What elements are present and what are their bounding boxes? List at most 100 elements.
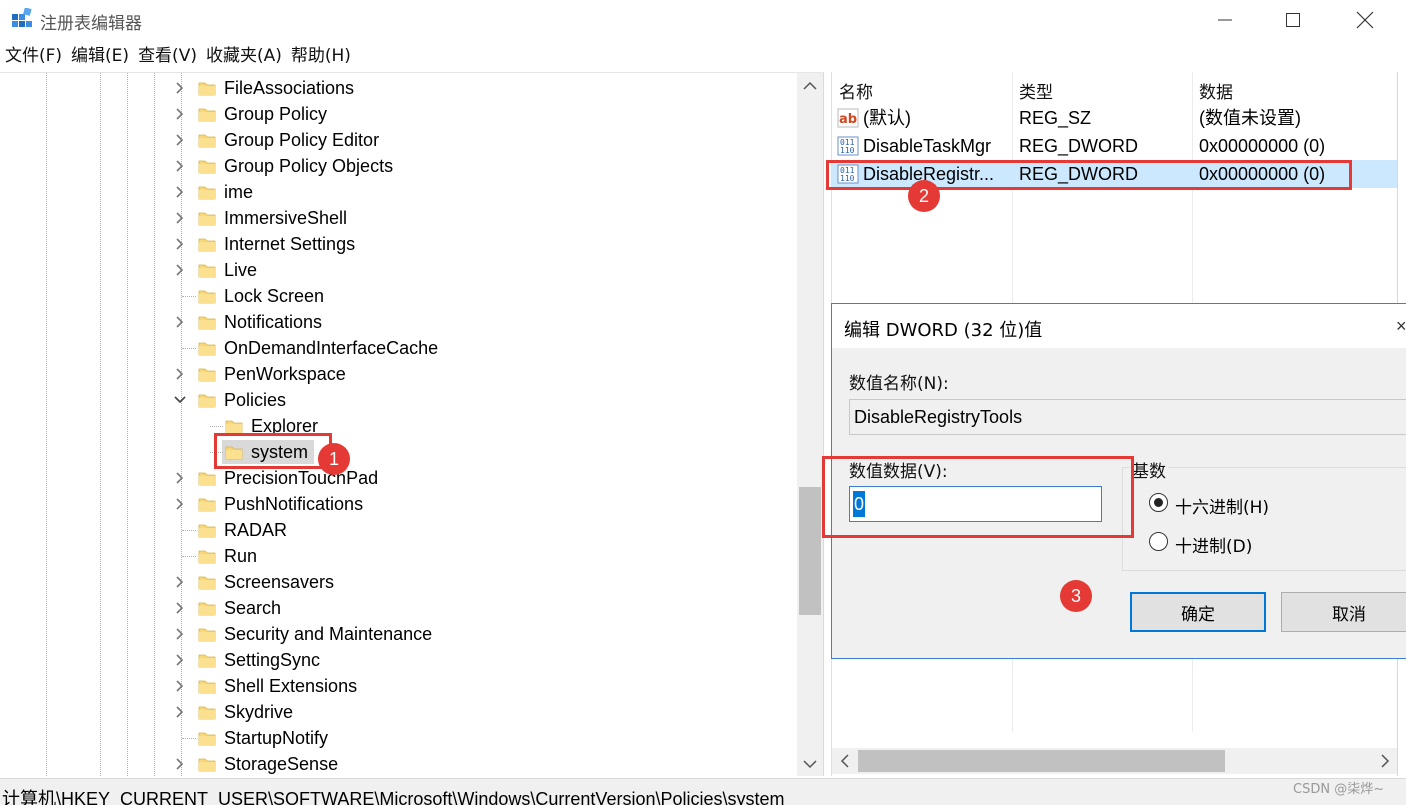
- tree-item[interactable]: Notifications: [0, 309, 797, 335]
- tree-item[interactable]: Search: [0, 595, 797, 621]
- tree-item[interactable]: ime: [0, 179, 797, 205]
- tree-item[interactable]: RADAR: [0, 517, 797, 543]
- decimal-radio[interactable]: [1149, 532, 1168, 551]
- chevron-right-icon: [176, 576, 184, 588]
- tree-item-label: StartupNotify: [224, 728, 329, 748]
- tree-item[interactable]: OnDemandInterfaceCache: [0, 335, 797, 361]
- value-row[interactable]: 011 110 DisableTaskMgr REG_DWORD 0x00000000 …: [832, 132, 1398, 160]
- scroll-down-button[interactable]: [797, 751, 823, 776]
- dialog-title-bar[interactable]: 编辑 DWORD (32 位)值 ×: [832, 304, 1406, 348]
- menu-view[interactable]: 查看(V): [133, 42, 201, 70]
- scroll-thumb[interactable]: [858, 750, 1225, 772]
- scroll-up-button[interactable]: [797, 73, 823, 99]
- value-row[interactable]: ab (默认) REG_SZ (数值未设置): [832, 104, 1398, 132]
- scroll-right-button[interactable]: [1372, 748, 1398, 774]
- chevron-down-icon: [174, 396, 186, 404]
- folder-icon: [198, 521, 216, 539]
- expand-toggle[interactable]: [172, 469, 188, 487]
- tree-item[interactable]: Screensavers: [0, 569, 797, 595]
- tree-item[interactable]: Group Policy Objects: [0, 153, 797, 179]
- menu-file[interactable]: 文件(F): [0, 42, 66, 70]
- expand-toggle[interactable]: [172, 235, 188, 253]
- expand-toggle[interactable]: [172, 313, 188, 331]
- tree-item[interactable]: StorageSense: [0, 751, 797, 776]
- value-data: 0x00000000 (0): [1199, 136, 1326, 156]
- tree-item[interactable]: PenWorkspace: [0, 361, 797, 387]
- tree-item[interactable]: Lock Screen: [0, 283, 797, 309]
- hex-radio[interactable]: [1149, 493, 1168, 512]
- chevron-right-icon: [176, 628, 184, 640]
- tree-item-label: PenWorkspace: [224, 364, 346, 384]
- tree-item[interactable]: Live: [0, 257, 797, 283]
- column-header-name[interactable]: 名称: [839, 78, 873, 103]
- tree-item[interactable]: SettingSync: [0, 647, 797, 673]
- tree-vertical-scrollbar[interactable]: [797, 73, 823, 776]
- tree-item[interactable]: Group Policy Editor: [0, 127, 797, 153]
- expand-toggle[interactable]: [172, 261, 188, 279]
- expand-toggle[interactable]: [172, 157, 188, 175]
- tree-item[interactable]: Shell Extensions: [0, 673, 797, 699]
- tree-item-label: PushNotifications: [224, 494, 364, 514]
- tree-item[interactable]: Skydrive: [0, 699, 797, 725]
- expand-toggle[interactable]: [172, 105, 188, 123]
- dialog-title: 编辑 DWORD (32 位)值: [844, 320, 1043, 341]
- expand-toggle[interactable]: [172, 651, 188, 669]
- folder-icon: [198, 339, 216, 357]
- tree-item[interactable]: PushNotifications: [0, 491, 797, 517]
- column-header-type[interactable]: 类型: [1019, 78, 1053, 103]
- tree-item[interactable]: Explorer: [0, 413, 797, 439]
- minimize-button[interactable]: [1190, 0, 1260, 40]
- annotation-badge-2: 2: [908, 180, 940, 212]
- menu-edit[interactable]: 编辑(E): [66, 42, 133, 70]
- expand-toggle[interactable]: [172, 79, 188, 97]
- tree-item[interactable]: FileAssociations: [0, 75, 797, 101]
- expand-toggle[interactable]: [172, 495, 188, 513]
- tree-item[interactable]: Security and Maintenance: [0, 621, 797, 647]
- tree-item-label: StorageSense: [224, 754, 339, 774]
- expand-toggle[interactable]: [172, 599, 188, 617]
- expand-toggle[interactable]: [172, 209, 188, 227]
- maximize-button[interactable]: [1258, 0, 1328, 40]
- expand-toggle[interactable]: [172, 677, 188, 695]
- expand-toggle[interactable]: [172, 625, 188, 643]
- expand-toggle[interactable]: [172, 573, 188, 591]
- folder-icon: [198, 469, 216, 487]
- tree-item-label: Policies: [224, 390, 287, 410]
- close-button[interactable]: [1330, 0, 1400, 40]
- expand-toggle[interactable]: [172, 131, 188, 149]
- tree-item[interactable]: PrecisionTouchPad: [0, 465, 797, 491]
- annotation-box-value-row: [826, 160, 1352, 190]
- tree-item-label: Screensavers: [224, 572, 335, 592]
- expand-toggle[interactable]: [172, 391, 188, 409]
- tree-item[interactable]: system: [0, 439, 797, 465]
- column-header-data[interactable]: 数据: [1199, 78, 1233, 103]
- dialog-close-icon[interactable]: ×: [1396, 316, 1406, 337]
- watermark: CSDN @柒烨~: [1293, 782, 1385, 797]
- scroll-left-button[interactable]: [832, 748, 858, 774]
- menu-help[interactable]: 帮助(H): [286, 42, 355, 70]
- expand-toggle[interactable]: [172, 703, 188, 721]
- ok-button[interactable]: 确定: [1130, 592, 1266, 632]
- cancel-button[interactable]: 取消: [1281, 592, 1406, 632]
- tree-item[interactable]: StartupNotify: [0, 725, 797, 751]
- expand-toggle[interactable]: [172, 365, 188, 383]
- tree-item[interactable]: Internet Settings: [0, 231, 797, 257]
- hex-radio-label[interactable]: 十六进制(H): [1175, 493, 1269, 518]
- tree-item[interactable]: Group Policy: [0, 101, 797, 127]
- menu-favorites[interactable]: 收藏夹(A): [201, 42, 286, 70]
- chevron-right-icon: [176, 498, 184, 510]
- tree-item-label: Run: [224, 546, 258, 566]
- tree-item[interactable]: Policies: [0, 387, 797, 413]
- scroll-thumb[interactable]: [799, 487, 821, 615]
- folder-icon: [198, 313, 216, 331]
- decimal-radio-label[interactable]: 十进制(D): [1175, 532, 1252, 557]
- values-horizontal-scrollbar[interactable]: [832, 748, 1398, 774]
- tree-item[interactable]: Run: [0, 543, 797, 569]
- tree-item-label: ImmersiveShell: [224, 208, 348, 228]
- expand-toggle[interactable]: [172, 183, 188, 201]
- folder-icon: [198, 651, 216, 669]
- tree-item[interactable]: ImmersiveShell: [0, 205, 797, 231]
- folder-icon: [198, 365, 216, 383]
- value-type: REG_SZ: [1019, 108, 1092, 128]
- expand-toggle[interactable]: [172, 755, 188, 773]
